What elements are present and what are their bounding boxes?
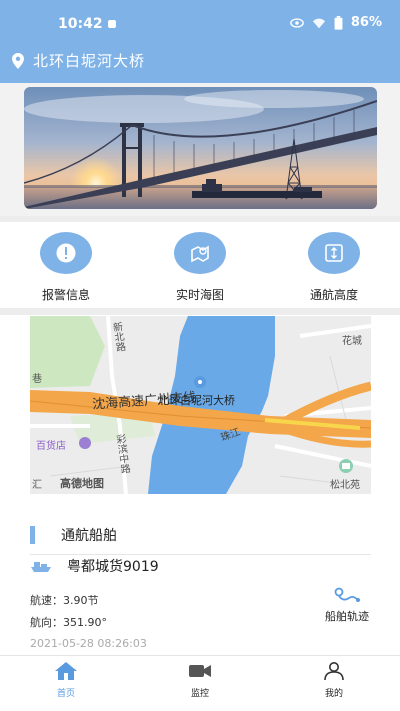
ship-name: 粤都城货9019 [67, 559, 159, 575]
live-chart-label: 实时海图 [175, 288, 224, 302]
map-xiang-label: 巷 [32, 374, 42, 385]
ship-track-button[interactable]: 船舶轨迹 [319, 586, 375, 624]
chart-icon [191, 245, 209, 263]
clearance-height-button[interactable]: 通航高度 [284, 232, 384, 303]
eye-icon [290, 17, 304, 28]
tab-profile[interactable]: 我的 [294, 662, 374, 699]
alert-icon [56, 243, 76, 263]
alarm-info-button[interactable]: 报警信息 [16, 232, 116, 303]
bottom-tab-bar: 首页 监控 我的 [0, 655, 400, 711]
header: 10:42 86% 北环白坭河大桥 [0, 0, 400, 83]
section-title: 通航船舶 [61, 528, 117, 544]
ship-icon [31, 562, 51, 572]
divider [0, 308, 400, 315]
banner-area [0, 83, 400, 217]
map-bridge-label: 北环白坭河大桥 [158, 394, 235, 407]
clearance-height-label: 通航高度 [309, 288, 358, 302]
divider [30, 554, 371, 555]
tab-home[interactable]: 首页 [26, 662, 106, 699]
map-huacheng-label: 花城 [342, 336, 362, 347]
ship-speed: 航速：3.90节 [30, 594, 99, 607]
section-indicator [30, 526, 35, 544]
map-provider-logo: 高德地图 [60, 477, 104, 490]
ship-item[interactable]: 粤都城货9019 [30, 556, 159, 576]
map-hui-label: 汇 [32, 480, 42, 491]
status-bar: 10:42 86% [0, 0, 400, 48]
user-icon [324, 662, 344, 680]
notification-icon [108, 20, 116, 28]
home-icon [55, 662, 77, 680]
ships-section: 通航船舶 [30, 520, 371, 555]
battery-level: 86% [350, 15, 382, 30]
battery-icon [334, 15, 343, 30]
bridge-banner-image[interactable] [24, 87, 377, 209]
map-view[interactable]: 沈海高速广州支线 北环白坭河大桥 花城 松北苑 百货店 新北路 彩滨中路 珠江 … [30, 316, 371, 494]
map-store-label: 百货店 [36, 441, 66, 452]
camera-icon [189, 665, 211, 677]
wifi-icon [312, 18, 325, 28]
home-screen: 10:42 86% 北环白坭河大桥 报警信息 实时海图 通航高度 沈海高速广州支… [0, 0, 400, 711]
ship-timestamp: 2021-05-28 08:26:03 [30, 637, 147, 650]
quick-actions: 报警信息 实时海图 通航高度 [0, 222, 400, 308]
map-songbeiyuan-label: 松北苑 [330, 480, 360, 491]
tab-monitor-label: 监控 [190, 689, 209, 699]
tab-profile-label: 我的 [324, 689, 343, 699]
tab-monitor[interactable]: 监控 [160, 662, 240, 699]
status-time: 10:42 [58, 16, 103, 32]
height-icon [325, 244, 343, 262]
ship-heading: 航向：351.90° [30, 616, 107, 629]
ship-track-label: 船舶轨迹 [325, 610, 369, 623]
alarm-info-label: 报警信息 [41, 288, 90, 302]
location-selector[interactable]: 北环白坭河大桥 [12, 50, 145, 71]
route-icon [334, 587, 360, 602]
location-pin-icon [12, 52, 24, 69]
tab-home-label: 首页 [56, 689, 75, 699]
live-chart-button[interactable]: 实时海图 [150, 232, 250, 303]
location-title: 北环白坭河大桥 [33, 52, 146, 70]
